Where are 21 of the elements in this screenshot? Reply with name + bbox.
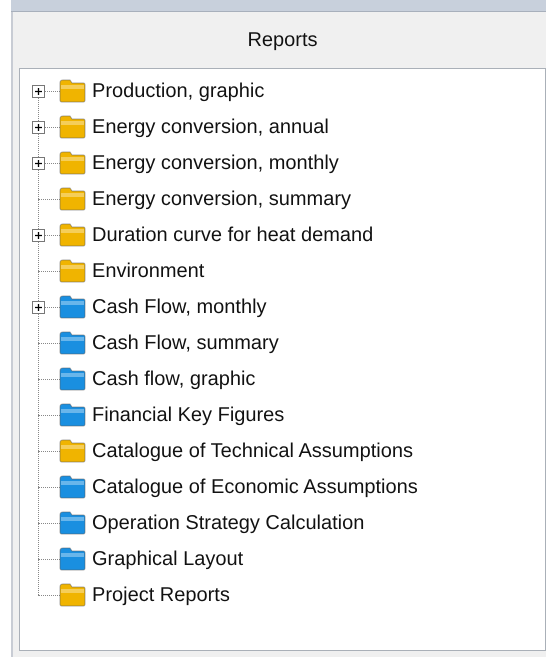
tree-item[interactable]: Cash flow, graphic (92, 364, 256, 394)
tree-item[interactable]: Project Reports (92, 580, 230, 610)
expand-toggle[interactable] (32, 229, 45, 242)
expand-toggle[interactable] (32, 301, 45, 314)
expand-toggle[interactable] (32, 157, 45, 170)
tree-item[interactable]: Financial Key Figures (92, 400, 284, 430)
tree-item[interactable]: Energy conversion, summary (92, 184, 351, 214)
tree-item[interactable]: Operation Strategy Calculation (92, 508, 364, 538)
tree-item[interactable]: Cash Flow, monthly (92, 292, 267, 322)
tree-item[interactable]: Catalogue of Economic Assumptions (92, 472, 418, 502)
tree-item[interactable]: Duration curve for heat demand (92, 220, 374, 250)
tree-item[interactable]: Environment (92, 256, 204, 286)
tree-item[interactable]: Production, graphic (92, 76, 264, 106)
expand-toggle[interactable] (32, 121, 45, 134)
tree-item[interactable]: Graphical Layout (92, 544, 244, 574)
tree-item[interactable]: Energy conversion, monthly (92, 148, 339, 178)
tree-item[interactable]: Catalogue of Technical Assumptions (92, 436, 413, 466)
tree-item[interactable]: Cash Flow, summary (92, 328, 279, 358)
expand-toggle[interactable] (32, 85, 45, 98)
tree-item[interactable]: Energy conversion, annual (92, 112, 329, 142)
panel-title: Reports (247, 28, 318, 53)
